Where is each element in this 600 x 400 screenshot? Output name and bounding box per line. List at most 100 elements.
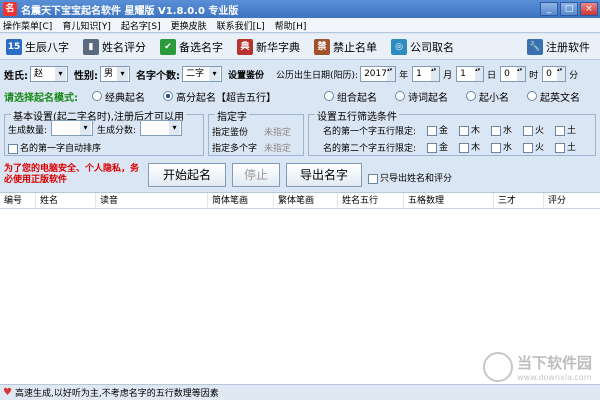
element-label: 火 [535, 126, 545, 136]
mode-highscore-radio[interactable]: 高分起名【超吉五行】 [163, 89, 276, 104]
company-naming-button[interactable]: ◎ 公司取名 [391, 38, 454, 55]
checkbox-icon [459, 142, 469, 153]
register-label: 注册软件 [546, 41, 590, 54]
name-score-button[interactable]: ▮ 姓名评分 [83, 38, 146, 55]
specify-char-label: 指定鉴份 [212, 128, 249, 138]
col-number[interactable]: 编号 [0, 193, 36, 208]
element-label: 土 [567, 143, 577, 153]
checkbox-icon [427, 142, 437, 153]
auto-sort-label: 名的第一字自动排序 [20, 144, 102, 154]
mode-classic-radio[interactable]: 经典起名 [92, 89, 145, 104]
col-name[interactable]: 姓名 [36, 193, 96, 208]
name-count-select[interactable]: 二字 [182, 66, 222, 82]
wuxing2-wood[interactable]: 木 [459, 140, 480, 153]
wuxing2-metal[interactable]: 金 [427, 140, 448, 153]
hour-input[interactable]: 0 [500, 66, 527, 82]
menu-skin[interactable]: 更换皮肤 [171, 19, 207, 32]
checkbox-icon [555, 125, 565, 136]
wuxing1-earth[interactable]: 土 [555, 123, 576, 136]
mode-classic-label: 经典起名 [105, 92, 145, 104]
col-name-wuxing[interactable]: 姓名五行 [338, 193, 404, 208]
phone-icon: ▮ [83, 38, 99, 55]
window-title: 名震天下宝宝起名软件 星耀版 V1.8.0.0 专业版 [21, 5, 239, 17]
minute-input[interactable]: 0 [542, 66, 567, 82]
blacklist-button[interactable]: 禁 禁止名单 [314, 38, 377, 55]
minute-unit: 分 [569, 70, 579, 81]
wuxing1-water[interactable]: 水 [491, 123, 512, 136]
watermark: 当下软件园 www.downxia.com [482, 352, 592, 382]
wuxing2-water[interactable]: 水 [491, 140, 512, 153]
dictionary-button[interactable]: 典 新华字典 [237, 38, 300, 55]
export-only-checkbox[interactable]: 只导出姓名和评分 [368, 171, 452, 184]
col-score[interactable]: 评分 [544, 193, 600, 208]
radio-selected-icon [163, 91, 173, 101]
gen-count-label: 生成数量: [8, 126, 48, 136]
element-label: 木 [471, 126, 481, 136]
mode-highscore-label: 高分起名【超吉五行】 [176, 92, 276, 104]
specify-multi-value[interactable]: 未指定 [264, 141, 291, 154]
app-icon: 名 [3, 2, 17, 16]
specify-char-value[interactable]: 未指定 [264, 125, 291, 138]
wuxing1-fire[interactable]: 火 [523, 123, 544, 136]
col-pinyin[interactable]: 读音 [96, 193, 208, 208]
status-bar: ♥ 高速生成,以好听为主,不考虑名字的五行数理等因素 [0, 384, 600, 400]
month-input[interactable]: 1 [412, 66, 441, 82]
checkbox-icon [459, 125, 469, 136]
checkbox-icon [8, 143, 18, 154]
year-input[interactable]: 2017 [360, 66, 397, 82]
mode-english-radio[interactable]: 起英文名 [527, 89, 580, 104]
col-sancai[interactable]: 三才 [494, 193, 544, 208]
menu-operate[interactable]: 操作菜单[C] [3, 19, 52, 32]
export-only-label: 只导出姓名和评分 [380, 174, 453, 184]
wuxing1-metal[interactable]: 金 [427, 123, 448, 136]
wuxing-title: 设置五行筛选条件 [315, 108, 399, 123]
wuxing1-wood[interactable]: 木 [459, 123, 480, 136]
wuxing2-fire[interactable]: 火 [523, 140, 544, 153]
mode-label: 请选择起名模式: [4, 92, 78, 104]
stop-button[interactable]: 停止 [232, 163, 280, 187]
saved-names-button[interactable]: ✔ 备选名字 [160, 38, 223, 55]
watermark-url: www.downxia.com [516, 373, 592, 382]
watermark-text: 当下软件园 [516, 354, 592, 372]
wuxing2-earth[interactable]: 土 [555, 140, 576, 153]
register-button[interactable]: 🔧 注册软件 [527, 39, 590, 55]
menu-naming[interactable]: 起名字[S] [121, 19, 161, 32]
menu-parenting[interactable]: 育儿知识[Y] [62, 19, 111, 32]
gen-count-select[interactable] [51, 120, 93, 136]
toolbar: 15 生辰八字 ▮ 姓名评分 ✔ 备选名字 典 新华字典 禁 禁止名单 ◎ 公司… [0, 34, 600, 60]
auto-sort-checkbox[interactable]: 名的第一字自动排序 [8, 141, 101, 154]
mode-poem-radio[interactable]: 诗词起名 [395, 89, 448, 104]
export-names-button[interactable]: 导出名字 [286, 163, 362, 187]
company-naming-label: 公司取名 [410, 40, 454, 54]
close-button[interactable]: × [580, 2, 598, 16]
globe-icon: ◎ [391, 38, 407, 55]
menu-bar: 操作菜单[C] 育儿知识[Y] 起名字[S] 更换皮肤 联系我们[L] 帮助[H… [0, 18, 600, 33]
gender-select[interactable]: 男 [100, 66, 130, 82]
menu-contact[interactable]: 联系我们[L] [217, 19, 265, 32]
day-input[interactable]: 1 [456, 66, 485, 82]
mode-combine-radio[interactable]: 组合起名 [324, 89, 377, 104]
settings-label[interactable]: 设置鉴份 [228, 68, 264, 81]
col-traditional-strokes[interactable]: 繁体笔画 [274, 193, 338, 208]
minimize-button[interactable]: _ [540, 2, 558, 16]
title-bar: 名 名震天下宝宝起名软件 星耀版 V1.8.0.0 专业版 _ □ × [0, 0, 600, 18]
watermark-logo-icon [482, 352, 513, 382]
gen-score-select[interactable] [140, 120, 182, 136]
col-simplified-strokes[interactable]: 简体笔画 [208, 193, 274, 208]
checkbox-icon [523, 142, 533, 153]
start-naming-button[interactable]: 开始起名 [148, 163, 226, 187]
col-wuge[interactable]: 五格数理 [404, 193, 494, 208]
mode-nickname-radio[interactable]: 起小名 [466, 89, 509, 104]
element-label: 水 [503, 143, 513, 153]
checkbox-icon [368, 173, 378, 184]
maximize-button[interactable]: □ [560, 2, 578, 16]
element-label: 金 [439, 126, 449, 136]
birth-date-label: 公历出生日期(阳历): [276, 70, 359, 81]
day-unit: 日 [487, 70, 497, 81]
wrench-icon: 🔧 [527, 39, 543, 55]
surname-select[interactable]: 赵 [30, 66, 68, 82]
specify-group: 指定字 指定鉴份 未指定 指定多个字 未指定 [208, 108, 304, 156]
birth-chart-button[interactable]: 15 生辰八字 [6, 38, 69, 55]
element-label: 火 [535, 143, 545, 153]
menu-help[interactable]: 帮助[H] [275, 19, 307, 32]
